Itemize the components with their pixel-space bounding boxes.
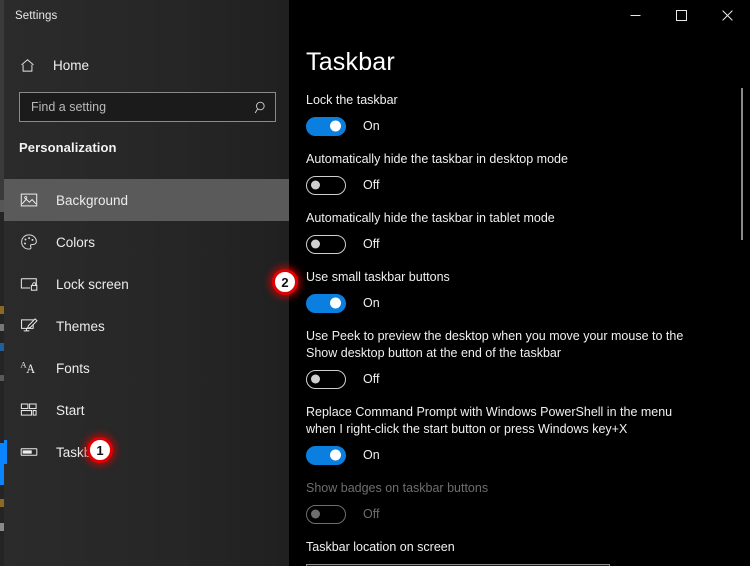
toggle-knob — [311, 509, 320, 519]
toggle-use-peek[interactable] — [306, 369, 346, 389]
setting-use-peek: Use Peek to preview the desktop when you… — [306, 328, 706, 389]
home-icon — [16, 54, 38, 76]
setting-auto-hide-desktop-mode: Automatically hide the taskbar in deskto… — [306, 151, 706, 195]
settings-list: Lock the taskbar On Automatically hide t… — [306, 92, 706, 566]
sidebar: Settings Home Personalization — [4, 0, 289, 566]
toggle-knob — [330, 449, 341, 461]
toggle-show-badges — [306, 504, 346, 524]
toggle-row: On — [306, 293, 706, 313]
setting-label: Replace Command Prompt with Windows Powe… — [306, 405, 673, 436]
toggle-knob — [311, 239, 320, 249]
sidebar-section-title: Personalization — [19, 140, 117, 155]
toggle-knob — [330, 297, 341, 309]
setting-replace-command-prompt: Replace Command Prompt with Windows Powe… — [306, 404, 706, 465]
annotation-badge-2: 2 — [272, 269, 298, 295]
sidebar-item-themes[interactable]: Themes — [4, 305, 289, 347]
minimize-button[interactable] — [612, 0, 658, 30]
sidebar-item-background[interactable]: Background — [4, 179, 289, 221]
setting-label: Taskbar location on screen — [306, 540, 455, 554]
toggle-state-label: Off — [363, 507, 380, 521]
maximize-icon — [675, 9, 687, 21]
setting-label: Use Peek to preview the desktop when you… — [306, 329, 684, 360]
setting-show-badges: Show badges on taskbar buttons Off — [306, 480, 706, 524]
setting-use-small-taskbar-buttons: Use small taskbar buttons On — [306, 269, 706, 313]
fonts-icon: A A — [18, 357, 40, 379]
search-icon[interactable] — [253, 99, 269, 115]
scrollbar[interactable] — [736, 32, 748, 566]
sidebar-item-label: Fonts — [56, 360, 90, 376]
toggle-replace-command-prompt[interactable] — [306, 445, 346, 465]
setting-label: Automatically hide the taskbar in deskto… — [306, 152, 568, 166]
annotation-badge-1: 1 — [87, 437, 113, 463]
sidebar-item-label: Start — [56, 402, 85, 418]
setting-auto-hide-tablet-mode: Automatically hide the taskbar in tablet… — [306, 210, 706, 254]
maximize-button[interactable] — [658, 0, 704, 30]
taskbar-icon — [18, 441, 40, 463]
toggle-state-label: On — [363, 119, 380, 133]
image-icon — [18, 189, 40, 211]
start-icon — [18, 399, 40, 421]
themes-icon — [18, 315, 40, 337]
toggle-state-label: Off — [363, 178, 380, 192]
sidebar-item-fonts[interactable]: A A Fonts — [4, 347, 289, 389]
sidebar-item-label: Themes — [56, 318, 105, 334]
main-content: Taskbar Lock the taskbar On Automaticall… — [289, 0, 750, 566]
toggle-lock-the-taskbar[interactable] — [306, 116, 346, 136]
setting-taskbar-location: Taskbar location on screen — [306, 539, 706, 566]
toggle-knob — [311, 180, 320, 190]
active-indicator — [4, 440, 7, 464]
toggle-use-small-taskbar-buttons[interactable] — [306, 293, 346, 313]
palette-icon — [18, 231, 40, 253]
setting-label: Automatically hide the taskbar in tablet… — [306, 211, 555, 225]
sidebar-nav: Background Colors Lock screen Themes A A… — [4, 179, 289, 473]
search-input[interactable] — [31, 100, 253, 114]
window-controls — [612, 0, 750, 30]
setting-lock-the-taskbar: Lock the taskbar On — [306, 92, 706, 136]
toggle-state-label: On — [363, 296, 380, 310]
minimize-icon — [630, 14, 640, 16]
sidebar-item-label: Colors — [56, 234, 96, 250]
toggle-auto-hide-desktop-mode[interactable] — [306, 175, 346, 195]
sidebar-item-label: Lock screen — [56, 276, 129, 292]
sidebar-item-colors[interactable]: Colors — [4, 221, 289, 263]
sidebar-item-home[interactable]: Home — [4, 46, 289, 84]
search-box[interactable] — [19, 92, 276, 122]
setting-label: Lock the taskbar — [306, 93, 398, 107]
toggle-auto-hide-tablet-mode[interactable] — [306, 234, 346, 254]
toggle-knob — [311, 374, 320, 384]
sidebar-item-label: Background — [56, 192, 129, 208]
home-label: Home — [53, 57, 90, 73]
toggle-row: Off — [306, 369, 706, 389]
svg-text:A: A — [26, 362, 35, 376]
toggle-state-label: On — [363, 448, 380, 462]
close-icon — [721, 9, 733, 21]
toggle-row: On — [306, 445, 706, 465]
toggle-row: Off — [306, 504, 706, 524]
toggle-state-label: Off — [363, 372, 380, 386]
toggle-knob — [330, 120, 341, 132]
setting-label: Show badges on taskbar buttons — [306, 481, 489, 495]
sidebar-item-lock-screen[interactable]: Lock screen — [4, 263, 289, 305]
page-title: Taskbar — [306, 48, 395, 76]
close-button[interactable] — [704, 0, 750, 30]
toggle-row: On — [306, 116, 706, 136]
window-title: Settings — [15, 10, 58, 22]
settings-window: Settings Home Personalization — [0, 0, 750, 566]
window-titlebar: Settings — [4, 0, 289, 32]
annotation-number: 2 — [281, 274, 289, 290]
toggle-row: Off — [306, 175, 706, 195]
sidebar-item-taskbar[interactable]: Taskbar — [4, 431, 289, 473]
sidebar-item-start[interactable]: Start — [4, 389, 289, 431]
setting-label: Use small taskbar buttons — [306, 270, 450, 284]
lock-screen-icon — [18, 273, 40, 295]
annotation-number: 1 — [96, 442, 104, 458]
toggle-state-label: Off — [363, 237, 380, 251]
toggle-row: Off — [306, 234, 706, 254]
scrollbar-thumb[interactable] — [741, 88, 743, 240]
